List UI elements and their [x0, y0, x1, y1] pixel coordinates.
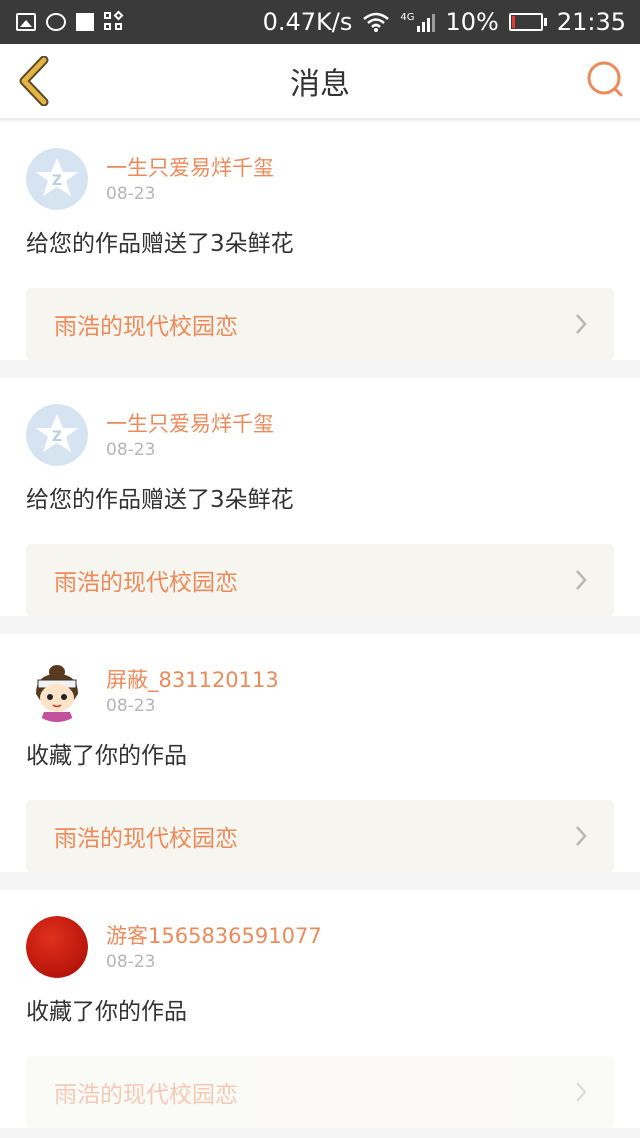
svg-text:Z: Z: [52, 429, 62, 445]
message-date: 08-23: [106, 440, 156, 460]
status-left-icons: [16, 10, 124, 32]
search-button[interactable]: [586, 60, 626, 100]
app-header: 消息: [0, 44, 640, 120]
page-title: 消息: [290, 67, 350, 102]
work-title: 雨浩的现代校园恋: [54, 1082, 238, 1108]
qq-default-avatar[interactable]: Z: [26, 404, 88, 466]
username[interactable]: 一生只爱易烊千玺: [106, 152, 274, 182]
network-type: 4G: [400, 12, 415, 23]
red-circle-avatar[interactable]: [26, 916, 88, 978]
chevron-right-icon: [576, 570, 587, 590]
username[interactable]: 游客1565836591077: [106, 920, 322, 950]
message-date: 08-23: [106, 696, 156, 716]
message-date: 08-23: [106, 952, 156, 972]
back-button[interactable]: [14, 55, 58, 107]
net-speed: 0.47K/s: [262, 8, 353, 36]
chevron-right-icon: [576, 826, 587, 846]
work-link[interactable]: 雨浩的现代校园恋: [26, 1056, 614, 1128]
picture-notification-icon: [16, 13, 36, 31]
search-icon: [587, 61, 623, 97]
chevron-right-icon: [576, 314, 587, 334]
chevron-right-icon: [576, 1082, 587, 1102]
work-link[interactable]: 雨浩的现代校园恋: [26, 800, 614, 872]
cell-signal: 4G: [400, 12, 436, 32]
username[interactable]: 屏蔽_831120113: [106, 664, 279, 694]
message-card: 游客1565836591077 08-23 收藏了你的作品 雨浩的现代校园恋: [0, 890, 640, 1128]
status-right-icons: 0.47K/s 4G 10% 21:35: [263, 8, 626, 36]
work-title: 雨浩的现代校园恋: [54, 314, 238, 340]
work-title: 雨浩的现代校园恋: [54, 570, 238, 596]
signal-bars-icon: [417, 12, 436, 32]
work-link[interactable]: 雨浩的现代校园恋: [26, 544, 614, 616]
clock: 21:35: [556, 8, 626, 36]
cartoon-girl-avatar[interactable]: [26, 660, 88, 722]
wifi-icon: [363, 12, 390, 32]
apps-notification-icon: [104, 10, 124, 32]
battery-icon: [508, 13, 547, 31]
message-card: 屏蔽_831120113 08-23 收藏了你的作品 雨浩的现代校园恋: [0, 634, 640, 872]
work-link[interactable]: 雨浩的现代校园恋: [26, 288, 614, 360]
qq-default-avatar[interactable]: Z: [26, 148, 88, 210]
app-notification-icon: [76, 13, 94, 31]
chat-notification-icon: [46, 13, 66, 31]
battery-percent: 10%: [445, 8, 499, 36]
message-date: 08-23: [106, 184, 156, 204]
status-bar: 0.47K/s 4G 10% 21:35: [0, 0, 640, 44]
message-list: Z 一生只爱易烊千玺 08-23 给您的作品赠送了3朵鲜花 雨浩的现代校园恋 Z…: [0, 122, 640, 1138]
message-card: Z 一生只爱易烊千玺 08-23 给您的作品赠送了3朵鲜花 雨浩的现代校园恋: [0, 378, 640, 616]
work-title: 雨浩的现代校园恋: [54, 826, 238, 852]
svg-text:Z: Z: [52, 173, 62, 189]
message-card: Z 一生只爱易烊千玺 08-23 给您的作品赠送了3朵鲜花 雨浩的现代校园恋: [0, 122, 640, 360]
chevron-left-icon: [19, 55, 49, 107]
username[interactable]: 一生只爱易烊千玺: [106, 408, 274, 438]
